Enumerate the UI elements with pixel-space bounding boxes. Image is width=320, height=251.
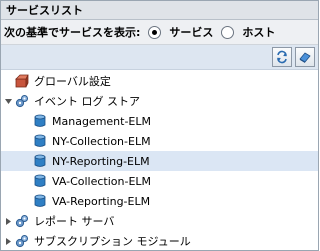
- tree-item-management-elm[interactable]: Management-ELM: [1, 111, 318, 131]
- radio-service-label[interactable]: サービス: [169, 24, 213, 40]
- tree-item-va-reporting-elm[interactable]: VA-Reporting-ELM: [1, 191, 318, 211]
- cylinder-icon: [33, 134, 47, 148]
- view-filter: 次の基準でサービスを表示: サービス ホスト: [1, 20, 318, 45]
- eraser-icon: [299, 52, 311, 63]
- cylinder-icon: [33, 154, 47, 168]
- tree-item-ny-collection-elm[interactable]: NY-Collection-ELM: [1, 131, 318, 151]
- tree-toolbar: [1, 45, 318, 70]
- radio-selected-dot: [152, 29, 158, 35]
- tree-item-global-settings[interactable]: グローバル設定: [1, 71, 318, 91]
- tree-item-label: NY-Reporting-ELM: [52, 154, 150, 168]
- gears-icon: [15, 214, 29, 228]
- tree-item-label: イベント ログ ストア: [34, 95, 140, 108]
- gears-icon: [15, 234, 29, 248]
- gears-icon: [15, 94, 29, 108]
- radio-service-circle[interactable]: [148, 25, 162, 39]
- cylinder-icon: [33, 174, 47, 188]
- expand-arrow-icon[interactable]: [4, 237, 13, 246]
- refresh-button[interactable]: [272, 47, 292, 67]
- tree-item-ny-reporting-elm[interactable]: NY-Reporting-ELM: [1, 151, 318, 171]
- tree-item-va-collection-elm[interactable]: VA-Collection-ELM: [1, 171, 318, 191]
- clear-button[interactable]: [295, 47, 315, 67]
- tree-item-label: VA-Reporting-ELM: [52, 194, 151, 208]
- radio-host-circle[interactable]: [221, 25, 235, 39]
- filter-prompt: 次の基準でサービスを表示:: [4, 26, 141, 39]
- tree-item-label: レポート サーバ: [34, 215, 115, 228]
- tree-item-label: サブスクリプション モジュール: [34, 235, 191, 248]
- panel-title: サービスリスト: [1, 1, 318, 20]
- radio-host-label[interactable]: ホスト: [242, 24, 275, 40]
- radio-service[interactable]: サービス: [148, 24, 213, 40]
- tree-item-event-log-store[interactable]: イベント ログ ストア: [1, 91, 318, 111]
- tree-item-label: NY-Collection-ELM: [52, 134, 151, 148]
- cylinder-icon: [33, 194, 47, 208]
- tree-item-subscription-module[interactable]: サブスクリプション モジュール: [1, 231, 318, 251]
- tree-item-label: Management-ELM: [52, 114, 151, 128]
- service-list-panel: サービスリスト 次の基準でサービスを表示: サービス ホスト グローバル設定 イ…: [0, 0, 319, 251]
- tree-item-label: VA-Collection-ELM: [52, 174, 152, 188]
- radio-host[interactable]: ホスト: [221, 24, 275, 40]
- tree-item-report-server[interactable]: レポート サーバ: [1, 211, 318, 231]
- refresh-icon: [277, 50, 287, 64]
- tree-item-label: グローバル設定: [34, 75, 111, 88]
- cylinder-icon: [33, 114, 47, 128]
- global-settings-icon: [15, 74, 29, 88]
- expand-arrow-icon[interactable]: [4, 217, 13, 226]
- collapse-arrow-icon[interactable]: [4, 97, 13, 106]
